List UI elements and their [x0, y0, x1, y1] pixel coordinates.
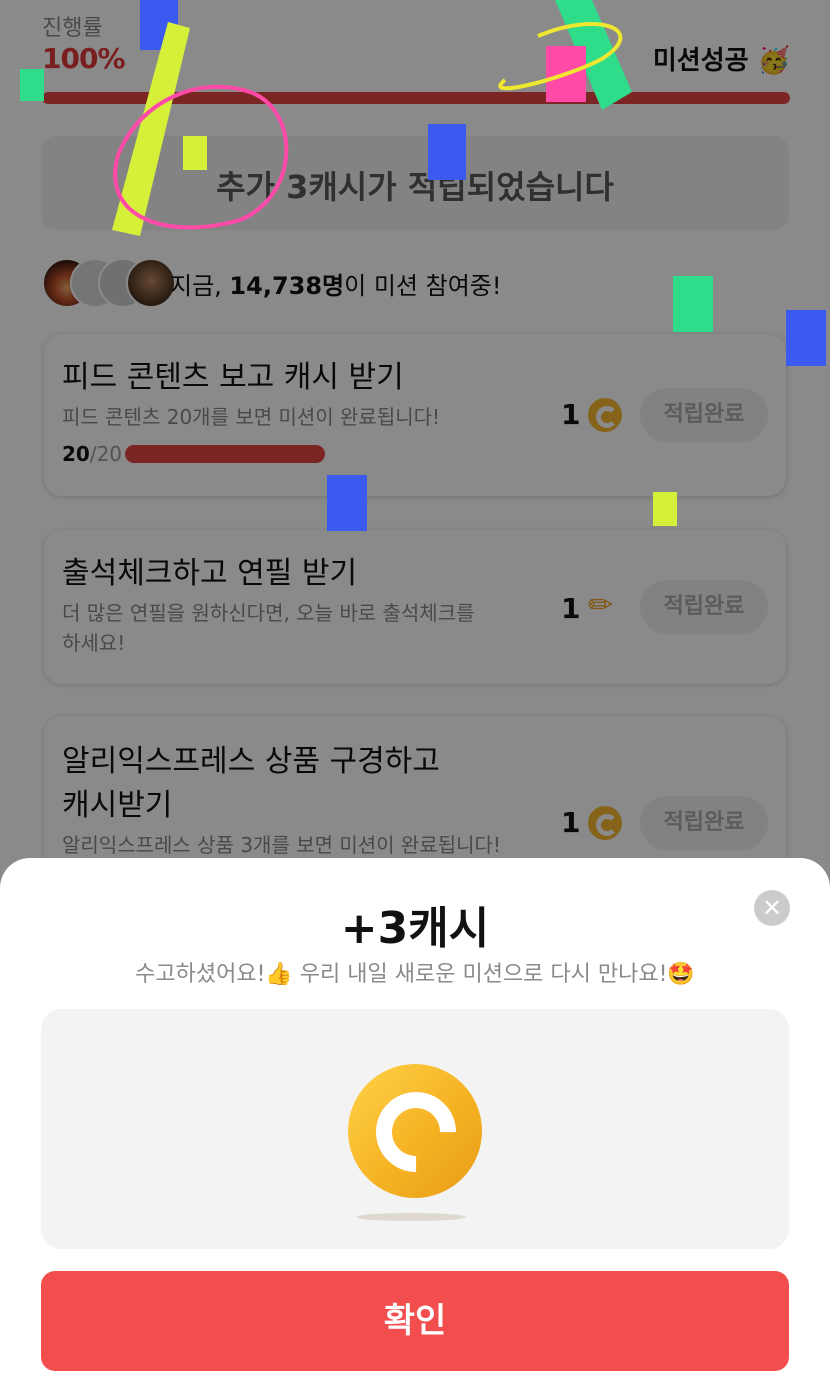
- mission-page: 진행률 100% 미션성공 🥳 추가 3캐시가 적립되었습니다 지금, 14,7…: [0, 0, 830, 1390]
- sheet-subtitle: 수고하셨어요!👍 우리 내일 새로운 미션으로 다시 만나요!🤩: [135, 962, 695, 987]
- confetti: [0, 0, 830, 560]
- cash-coin-icon: [348, 1064, 482, 1198]
- coin-letter-c: [359, 1075, 473, 1189]
- coin-shadow: [356, 1213, 466, 1221]
- confetti-piece: [183, 136, 207, 170]
- reward-bottom-sheet: +3캐시 ✕ 수고하셨어요!👍 우리 내일 새로운 미션으로 다시 만나요!🤩 …: [0, 858, 830, 1390]
- confetti-piece: [786, 310, 826, 366]
- confirm-button[interactable]: 확인: [41, 1271, 789, 1371]
- confetti-piece: [428, 124, 466, 180]
- sheet-title: +3캐시: [340, 903, 490, 954]
- confetti-piece: [20, 69, 44, 101]
- close-icon[interactable]: ✕: [754, 890, 790, 926]
- reward-panel: [41, 1009, 789, 1249]
- confetti-svg: [20, 0, 826, 531]
- confetti-piece: [653, 492, 677, 526]
- confetti-piece: [673, 276, 713, 332]
- confetti-piece: [327, 475, 367, 531]
